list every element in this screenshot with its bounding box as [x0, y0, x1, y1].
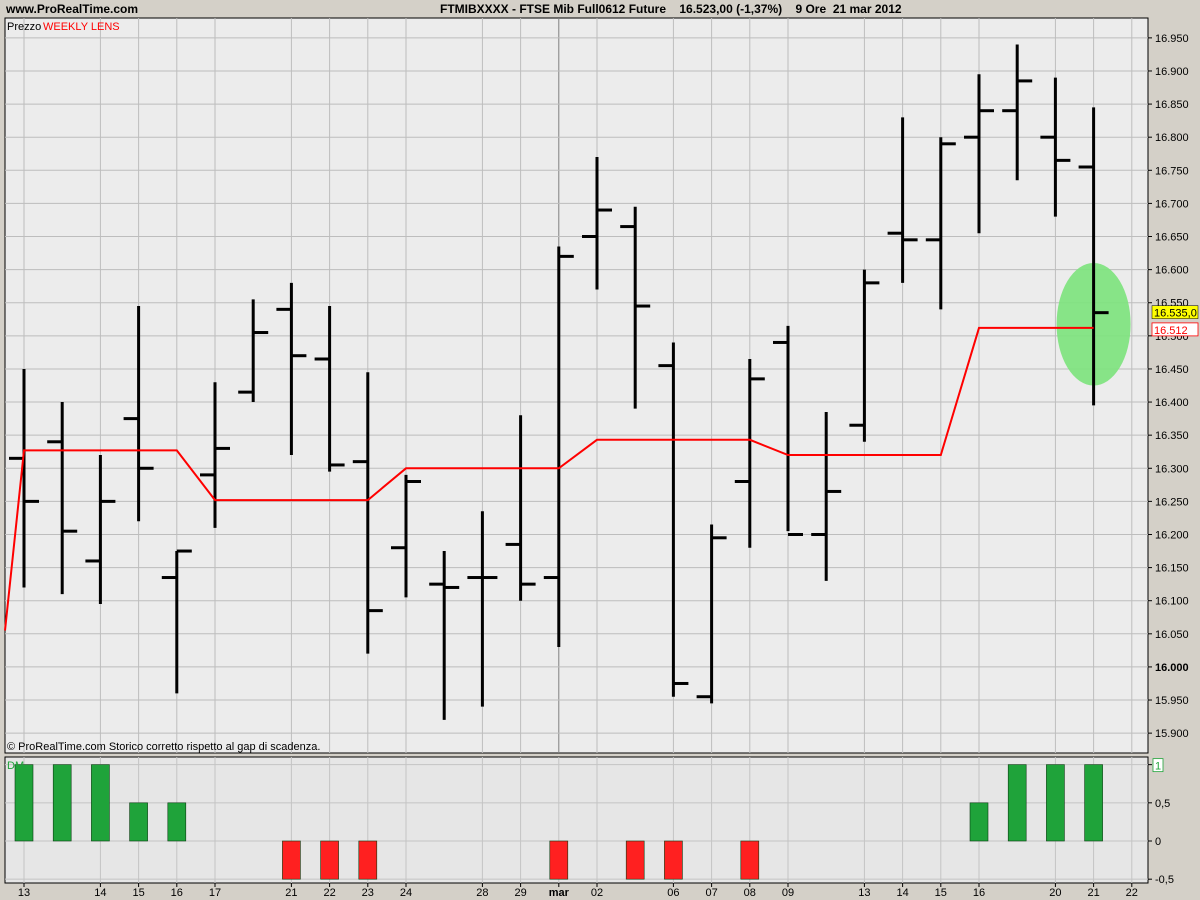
dm-bar-positive — [969, 802, 989, 842]
y-tick-label: 15.900 — [1155, 728, 1189, 740]
dm-bar-positive — [129, 802, 148, 842]
y-tick-label: 16.150 — [1155, 563, 1189, 575]
x-tick-label: 20 — [1049, 887, 1061, 899]
dm-bar-positive — [1007, 764, 1027, 842]
y-tick-label: 16.200 — [1155, 529, 1189, 541]
x-tick-label: 09 — [782, 887, 794, 899]
dm-bar-negative — [664, 840, 683, 880]
lens-marker-label: 16.512 — [1154, 325, 1188, 337]
y-tick-label: 16.100 — [1155, 596, 1189, 608]
date-axis: 13 14 15 16 17 21 22 23 24 28 29 mar 02 06 07 08 09 13 14 1… — [18, 883, 1138, 899]
dm-bar-negative — [282, 840, 301, 880]
price-axis: 15.900 15.950 16.000 16.050 16.100 16.150 16.2… — [1148, 33, 1189, 740]
y-tick-label: 16.050 — [1155, 629, 1189, 641]
dm-bar-positive — [52, 764, 72, 842]
y-tick-label: 16.900 — [1155, 66, 1189, 78]
dm-last-marker: 1 — [1152, 758, 1164, 773]
y-tick-label: 16.700 — [1155, 198, 1189, 210]
x-tick-label: 02 — [591, 887, 603, 899]
y-tick-label: 16.450 — [1155, 364, 1189, 376]
x-tick-label: 23 — [362, 887, 374, 899]
x-tick-label: 29 — [514, 887, 526, 899]
x-tick-label: 13 — [18, 887, 30, 899]
dm-bar-negative — [740, 840, 760, 880]
y-tick-label: 16.300 — [1155, 463, 1189, 475]
y-tick-label: 16.400 — [1155, 397, 1189, 409]
dm-bar-positive — [1046, 764, 1065, 842]
lens-marker: 16.512 — [1151, 322, 1199, 337]
dm-bar-negative — [625, 840, 645, 880]
x-tick-label: 07 — [705, 887, 717, 899]
y-tick-label: 16.750 — [1155, 165, 1189, 177]
dm-bar-positive — [14, 764, 34, 842]
x-tick-label: 14 — [896, 887, 908, 899]
y-tick-label: 16.000 — [1155, 662, 1189, 674]
dm-bar-positive — [91, 764, 110, 842]
dm-y-tick-label: -0,5 — [1155, 874, 1174, 886]
x-tick-label: 28 — [476, 887, 488, 899]
dm-label: DM — [7, 760, 24, 772]
price-label-indicator: WEEKLY LENS — [43, 21, 120, 33]
y-tick-label: 15.950 — [1155, 695, 1189, 707]
x-tick-label: 17 — [209, 887, 221, 899]
footnote: © ProRealTime.com Storico corretto rispe… — [7, 741, 320, 753]
x-tick-label: 15 — [935, 887, 947, 899]
x-tick-label: 22 — [1126, 887, 1138, 899]
y-tick-label: 16.600 — [1155, 265, 1189, 277]
price-marker-label: 16.535,0 — [1154, 308, 1197, 320]
price-label-prefix: Prezzo — [7, 21, 41, 33]
y-tick-label: 16.650 — [1155, 232, 1189, 244]
y-tick-label: 16.800 — [1155, 132, 1189, 144]
x-tick-label: 15 — [132, 887, 144, 899]
dm-bar-negative — [320, 840, 339, 880]
dm-bar-negative — [549, 840, 569, 880]
price-marker: 16.535,0 — [1151, 305, 1199, 320]
x-tick-label: 22 — [323, 887, 335, 899]
dm-y-tick-label: 0,5 — [1155, 798, 1170, 810]
chart-canvas[interactable]: 15.900 15.950 16.000 16.050 16.100 16.150 16.2… — [0, 0, 1200, 900]
x-tick-label: 14 — [94, 887, 106, 899]
x-tick-label: 16 — [171, 887, 183, 899]
x-tick-label: 06 — [667, 887, 679, 899]
y-tick-label: 16.250 — [1155, 496, 1189, 508]
dm-bar-negative — [358, 840, 378, 880]
dm-bar-positive — [1084, 764, 1103, 842]
dm-last-label: 1 — [1155, 761, 1161, 773]
x-tick-label: 21 — [1087, 887, 1099, 899]
dm-axis: -0,5 0 0,5 — [1148, 764, 1174, 886]
x-tick-label: 24 — [400, 887, 412, 899]
x-tick-label: 16 — [973, 887, 985, 899]
x-tick-label: 08 — [744, 887, 756, 899]
x-tick-label: 21 — [285, 887, 297, 899]
y-tick-label: 16.350 — [1155, 430, 1189, 442]
y-tick-label: 16.950 — [1155, 33, 1189, 45]
dm-bar-positive — [167, 802, 187, 842]
dm-y-tick-label: 0 — [1155, 836, 1161, 848]
x-tick-label: 13 — [858, 887, 870, 899]
x-tick-label: mar — [549, 887, 570, 899]
y-tick-label: 16.850 — [1155, 99, 1189, 111]
